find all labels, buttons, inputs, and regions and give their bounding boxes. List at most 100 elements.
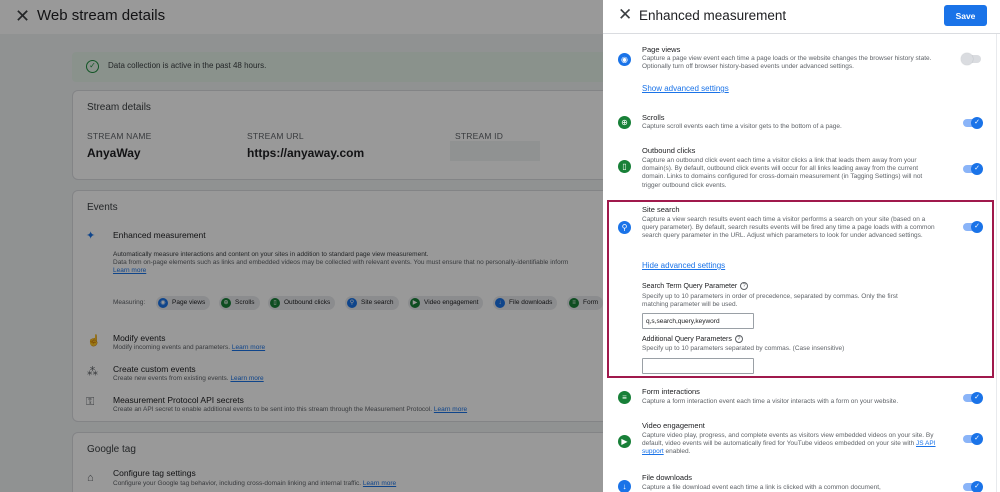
google-tag-heading: Google tag [87,444,136,455]
custom-events-title[interactable]: Create custom events [113,364,196,374]
touch-icon: ☝ [87,335,101,347]
stream-name-value: AnyaWay [87,146,141,160]
save-button[interactable]: Save [944,5,987,26]
scrolls-toggle[interactable]: ✓ [961,117,983,129]
crosshair-icon: ⊕ [221,298,231,308]
crosshair-icon: ⊕ [618,116,631,129]
hide-advanced-settings-link[interactable]: Hide advanced settings [642,261,725,270]
form-interactions-desc: Capture a form interaction event each ti… [642,398,899,405]
scrollbar[interactable] [996,34,997,492]
additional-params-input[interactable] [642,358,754,374]
modify-events-title[interactable]: Modify events [113,333,165,343]
page-views-toggle[interactable] [961,53,983,65]
show-advanced-settings-link[interactable]: Show advanced settings [642,84,729,93]
search-icon: ⚲ [347,298,357,308]
check-icon: ✓ [971,221,983,233]
mouse-icon: ▯ [270,298,280,308]
eye-icon: ◉ [618,53,631,66]
chip-site-search: ⚲ Site search [345,296,399,310]
key-icon: ⚿ [86,396,95,408]
check-icon: ✓ [971,163,983,175]
stream-url-label: STREAM URL [247,131,304,141]
custom-events-desc: Create new events from existing events. … [113,375,264,382]
chip-form: ≡ Form [567,296,604,310]
learn-more-link[interactable]: Learn more [363,480,396,487]
stream-id-redacted [450,141,540,161]
learn-more-link[interactable]: Learn more [113,267,146,274]
file-downloads-desc: Capture a file download event each time … [642,484,881,491]
check-circle-icon: ✓ [86,60,99,73]
video-engagement-title: Video engagement [642,421,705,430]
page-views-desc: Capture a page view event each time a pa… [642,55,932,71]
stream-url-value: https://anyaway.com [247,146,365,160]
mp-secrets-desc: Create an API secret to enable additiona… [113,406,468,413]
panel-title: Enhanced measurement [639,8,787,23]
outbound-clicks-toggle[interactable]: ✓ [961,163,983,175]
scrolls-desc: Capture scroll events each time a visito… [642,123,842,130]
download-icon: ↓ [495,298,505,308]
enhanced-measurement-panel: ✕ Enhanced measurement Save ◉ Page views… [603,0,1000,492]
form-icon: ≡ [618,391,631,404]
mp-secrets-title[interactable]: Measurement Protocol API secrets [113,395,244,405]
status-banner: ✓ Data collection is active in the past … [72,52,632,82]
sparkle-icon: ✦ [86,230,96,242]
magic-wand-icon: ⁂ [87,366,98,378]
scrolls-title: Scrolls [642,113,665,122]
measuring-label: Measuring: [113,299,146,306]
help-icon[interactable]: ? [740,282,749,290]
site-search-title: Site search [642,205,680,214]
modify-events-desc: Modify incoming events and parameters. L… [113,344,266,351]
check-icon: ✓ [971,481,983,492]
check-icon: ✓ [971,117,983,129]
page-title: Web stream details [37,7,166,24]
site-search-desc: Capture a view search results event each… [642,216,935,240]
stream-name-label: STREAM NAME [87,131,152,141]
close-icon[interactable]: ✕ [15,6,30,27]
outbound-clicks-title: Outbound clicks [642,146,696,155]
search-term-param-label: Search Term Query Parameter? [642,282,749,290]
close-icon[interactable]: ✕ [618,5,632,25]
learn-more-link[interactable]: Learn more [230,375,263,382]
panel-header: ✕ Enhanced measurement Save [603,0,1000,34]
outbound-clicks-desc: Capture an outbound click event each tim… [642,157,923,189]
stream-id-label: STREAM ID [455,131,504,141]
site-search-toggle[interactable]: ✓ [961,221,983,233]
learn-more-link[interactable]: Learn more [232,344,265,351]
enhanced-measurement-title[interactable]: Enhanced measurement [113,230,206,240]
chip-outbound-clicks: ▯ Outbound clicks [268,296,336,310]
configure-tag-desc: Configure your Google tag behavior, incl… [113,480,397,487]
chip-page-views: ◉ Page views [156,296,211,310]
chip-video-engagement: ▶ Video engagement [408,296,484,310]
stream-details-card: Stream details [72,90,632,180]
help-icon[interactable]: ? [734,335,743,343]
form-interactions-title: Form interactions [642,387,700,396]
download-icon: ↓ [618,480,631,492]
search-term-param-input[interactable] [642,313,754,329]
search-icon: ⚲ [618,221,631,234]
eye-icon: ◉ [158,298,168,308]
check-icon: ✓ [971,433,983,445]
file-downloads-title: File downloads [642,473,693,482]
additional-params-label: Additional Query Parameters? [642,335,743,343]
play-icon: ▶ [618,435,631,448]
configure-tag-title[interactable]: Configure tag settings [113,468,196,478]
tag-icon: ⌂ [87,472,94,484]
events-heading: Events [87,202,118,213]
play-icon: ▶ [410,298,420,308]
video-engagement-toggle[interactable]: ✓ [961,433,983,445]
form-interactions-toggle[interactable]: ✓ [961,392,983,404]
banner-text: Data collection is active in the past 48… [108,61,267,70]
page-views-title: Page views [642,45,681,54]
chip-scrolls: ⊕ Scrolls [219,296,260,310]
additional-params-desc: Specify up to 10 parameters separated by… [642,345,845,352]
chip-file-downloads: ↓ File downloads [493,296,558,310]
search-term-param-desc: Specify up to 10 parameters in order of … [642,293,898,309]
video-engagement-desc: Capture video play, progress, and comple… [642,432,936,456]
enhanced-measurement-desc: Automatically measure interactions and c… [113,251,569,274]
mouse-icon: ▯ [618,160,631,173]
file-downloads-toggle[interactable]: ✓ [961,481,983,492]
stream-details-heading: Stream details [87,102,151,113]
form-icon: ≡ [569,298,579,308]
check-icon: ✓ [971,392,983,404]
learn-more-link[interactable]: Learn more [434,406,467,413]
